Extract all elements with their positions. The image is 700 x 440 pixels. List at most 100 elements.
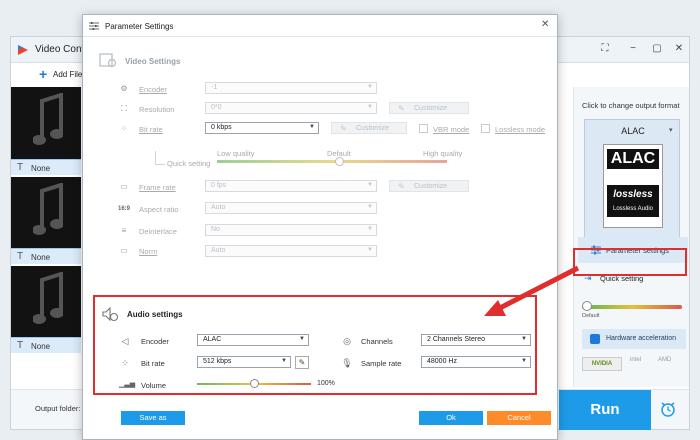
deinterlace-dropdown[interactable]: No ▼ [205,224,377,236]
subtitle-selector[interactable]: T None [11,337,81,353]
cancel-button[interactable]: Cancel [487,411,551,425]
dialog-title: Parameter Settings [105,22,174,31]
video-quick-setting-label: Quick setting [167,159,211,168]
text-icon: T [17,162,24,173]
audio-settings-title: Audio settings [127,310,183,319]
volume-label: Volume [141,381,167,390]
subtitle-label: None [31,342,51,351]
sample-rate-dropdown[interactable]: 48000 Hz ▼ [421,356,531,368]
lossless-mode-checkbox[interactable] [481,124,490,133]
quality-slider-track[interactable] [582,305,682,309]
customize-label: Customize [414,183,448,190]
format-name: ALAC [621,126,645,136]
app-logo-icon [18,45,28,55]
chevron-down-icon: ▼ [367,84,373,90]
minimize-button[interactable]: − [625,42,641,56]
alac-logo-text: ALAC [607,149,659,169]
audio-bitrate-dropdown[interactable]: 512 kbps ▼ [197,356,291,368]
norm-value: Auto [211,247,226,254]
chevron-down-icon: ▼ [299,336,305,342]
dropdown-caret-icon: ▾ [669,127,673,134]
channels-dropdown[interactable]: 2 Channels Stereo ▼ [421,334,531,346]
chevron-down-icon: ▼ [309,124,315,130]
audio-settings-section: Audio settings ◁ Encoder ALAC ▼ ◎ Channe… [93,295,537,395]
subtitle-label: None [31,253,51,262]
aspect-ratio-icon: 16:9 [117,206,130,212]
video-quality-slider-track[interactable] [217,160,447,163]
subtitle-selector[interactable]: T None [11,159,81,175]
hardware-acceleration-label: Hardware acceleration [606,335,677,342]
hardware-acceleration-toggle[interactable]: Hardware acceleration [582,329,686,349]
speaker-icon: ◁ [121,336,129,346]
video-quality-slider-knob[interactable] [335,157,344,166]
chevron-down-icon: ▼ [367,226,373,232]
audio-encoder-dropdown[interactable]: ALAC ▼ [197,334,309,346]
audio-encoder-label: Encoder [141,337,169,346]
checkbox-icon [590,334,600,344]
resolution-dropdown[interactable]: 0*0 ▼ [205,102,377,114]
vbr-mode-checkbox[interactable] [419,124,428,133]
deinterlace-value: No [211,226,220,233]
resolution-value: 0*0 [211,104,222,111]
alarm-clock-icon[interactable] [659,400,677,418]
video-encoder-label: Encoder [139,85,167,94]
close-button[interactable]: ✕ [671,42,687,56]
resolution-label: Resolution [139,105,175,114]
chevron-down-icon: ▼ [281,358,287,364]
add-files-button[interactable]: + Add File [11,64,91,86]
video-bitrate-dropdown[interactable]: 0 kbps ▼ [205,122,319,134]
lossless-badge: lossless Lossless Audio [607,185,659,217]
frame-rate-customize-button[interactable]: ✎ Customize [389,180,469,192]
chevron-down-icon: ▼ [521,358,527,364]
aspect-ratio-dropdown[interactable]: Auto ▼ [205,202,377,214]
volume-bars-icon: ▁▃▅ [119,381,136,388]
aspect-ratio-value: Auto [211,204,226,211]
text-icon: T [17,251,24,262]
maximize-button[interactable]: ▢ [649,42,665,56]
lossless-audio-label: Lossless Audio [612,206,654,212]
frame-rate-value: 0 fps [211,182,227,189]
aspect-ratio-label: Aspect ratio [139,205,179,214]
quick-setting-bracket [155,151,165,165]
video-settings-icon [99,53,117,68]
pencil-icon: ✎ [398,182,405,191]
output-format-selector[interactable]: ALAC ▾ ALAC lossless Lossless Audio [584,119,680,239]
video-encoder-dropdown[interactable]: -1 ▼ [205,82,377,94]
audio-bitrate-label: Bit rate [141,359,165,368]
file-thumbnail[interactable] [11,87,81,159]
file-thumbnail[interactable] [11,266,81,338]
video-settings-title: Video Settings [125,57,181,66]
file-thumbnail[interactable] [11,177,81,249]
video-bitrate-label: Bit rate [139,125,163,134]
chevron-down-icon: ▼ [367,204,373,210]
frame-rate-icon: ▭ [120,182,128,191]
bitrate-customize-button[interactable]: ✎ Customize [331,122,407,134]
audio-settings-icon [102,306,119,322]
pencil-icon: ✎ [340,124,347,133]
bitrate-edit-button[interactable]: ✎ [295,356,309,369]
ok-button[interactable]: Ok [419,411,483,425]
amd-badge: AMD [658,357,672,363]
click-change-hint: Click to change output format [582,101,680,110]
output-folder-label: Output folder: [35,404,81,413]
gift-icon[interactable]: ⛶ [597,42,613,56]
save-as-button[interactable]: Save as [121,411,185,425]
frame-rate-dropdown[interactable]: 0 fps ▼ [205,180,377,192]
video-bitrate-value: 0 kbps [211,124,232,131]
channels-value: 2 Channels Stereo [427,336,485,343]
subtitle-selector[interactable]: T None [11,248,81,264]
dialog-close-icon[interactable]: ✕ [541,19,549,31]
dialog-titlebar: Parameter Settings ✕ [83,15,557,37]
alac-format-logo: ALAC lossless Lossless Audio [603,144,663,228]
channels-icon: ◎ [343,336,351,346]
quality-slider-knob[interactable] [582,301,592,311]
dialog-footer: Save as Ok Cancel [83,409,557,439]
add-files-label: Add File [53,70,83,79]
pencil-icon: ✎ [398,104,405,113]
norm-dropdown[interactable]: Auto ▼ [205,245,377,257]
volume-slider-knob[interactable] [249,379,259,388]
run-button[interactable]: Run [559,390,651,430]
resolution-customize-button[interactable]: ✎ Customize [389,102,469,114]
customize-label: Customize [356,125,390,132]
volume-percent: 100% [317,380,335,387]
